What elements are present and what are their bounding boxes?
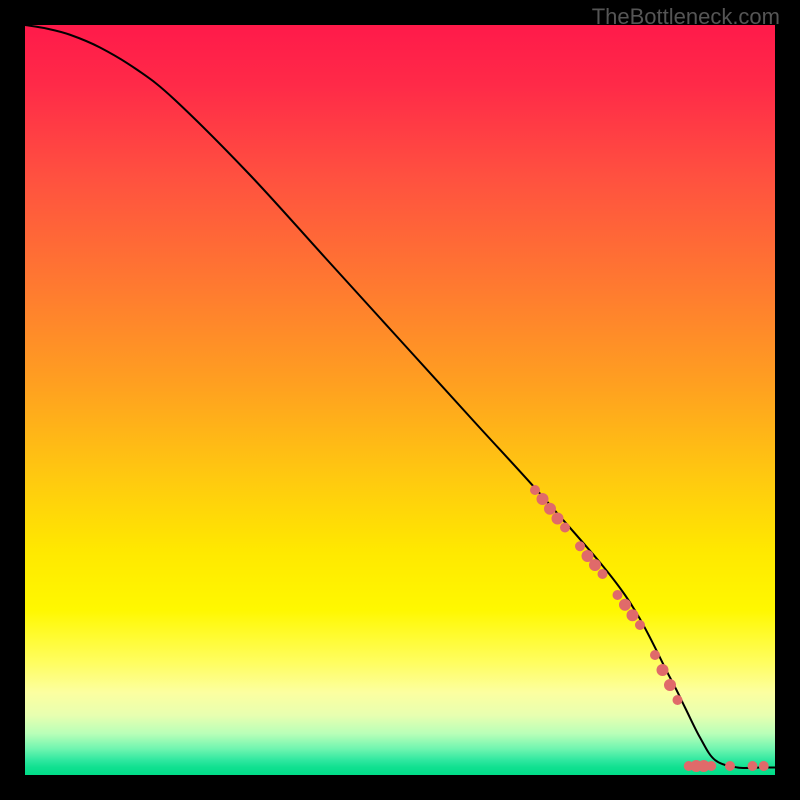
data-marker [706,761,716,771]
data-marker [598,569,608,579]
data-marker [560,523,570,533]
data-marker [619,599,631,611]
data-marker [725,761,735,771]
data-marker [759,761,769,771]
data-marker [544,503,556,515]
data-marker [664,679,676,691]
data-marker [657,664,669,676]
data-marker [748,761,758,771]
data-marker [552,513,564,525]
data-marker [650,650,660,660]
data-marker [530,485,540,495]
data-marker [635,620,645,630]
data-marker [537,493,549,505]
chart-plot-area [25,25,775,775]
data-markers [530,485,769,772]
watermark-text: TheBottleneck.com [592,4,780,30]
data-marker [627,609,639,621]
curve-line [25,25,775,768]
data-marker [589,559,601,571]
chart-svg [25,25,775,775]
data-marker [613,590,623,600]
data-marker [673,695,683,705]
data-marker [575,541,585,551]
